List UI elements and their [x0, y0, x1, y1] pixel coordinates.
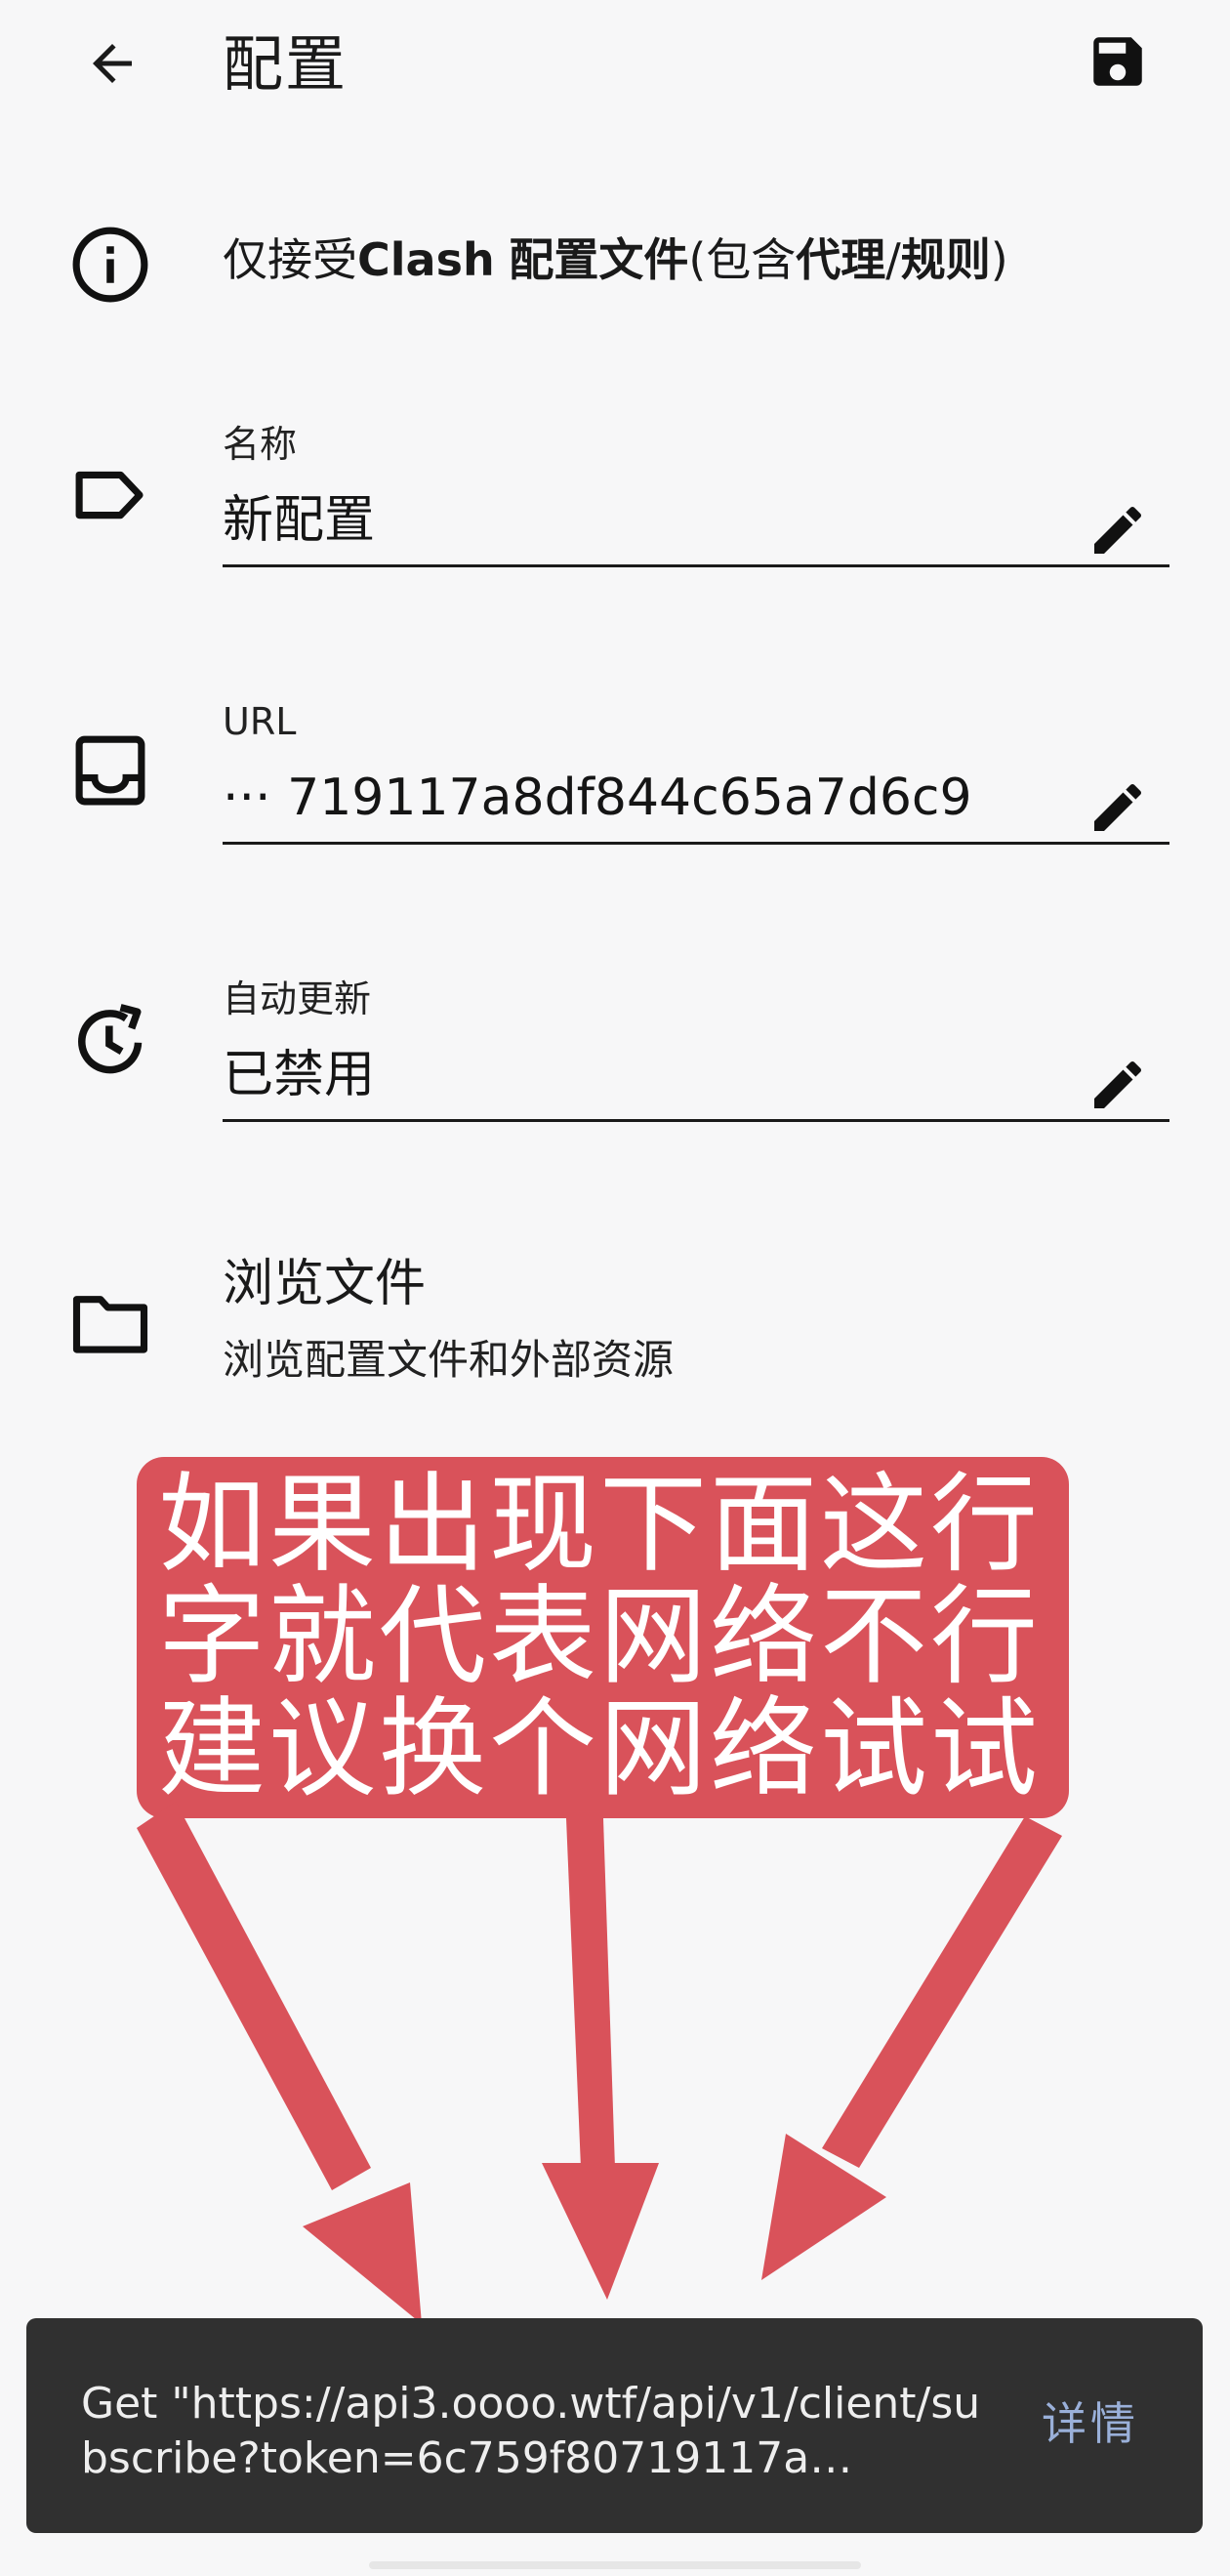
annotation-callout: 如果出现下面这行 字就代表网络不行 建议换个网络试试: [137, 1457, 1069, 1818]
annotation-line-3: 建议换个网络试试: [158, 1686, 1041, 1811]
annotation-arrow-right-head: [761, 2134, 886, 2280]
config-screen: 配置 仅接受Clash 配置文件(包含代理/规则) 名称 新配置 URL ···…: [0, 0, 1230, 2576]
pencil-icon: [1094, 783, 1142, 831]
url-label: URL: [223, 700, 297, 743]
info-icon: [72, 227, 148, 303]
update-clock-icon: [78, 1004, 143, 1074]
annotation-arrow-middle-head: [542, 2163, 659, 2300]
name-underline: [223, 564, 1169, 567]
browse-files-item[interactable]: 浏览文件 浏览配置文件和外部资源: [0, 1240, 1230, 1406]
annotation-arrow-right: [822, 1816, 1062, 2168]
annotation-arrow-left: [137, 1802, 371, 2190]
top-app-bar: 配置: [0, 0, 1230, 137]
auto-update-value[interactable]: 已禁用: [223, 1041, 1082, 1109]
error-snackbar: Get "https://api3.oooo.wtf/api/v1/client…: [26, 2318, 1203, 2533]
label-tag-icon: [75, 471, 144, 519]
annotation-line-2: 字就代表网络不行: [158, 1574, 1041, 1699]
info-text: 仅接受Clash 配置文件(包含代理/规则): [223, 233, 1008, 286]
snackbar-details-button[interactable]: 详情: [1042, 2394, 1139, 2453]
browse-files-title: 浏览文件: [223, 1255, 427, 1313]
url-underline: [223, 842, 1169, 845]
url-field[interactable]: URL ··· 719117a8df844c65a7d6c9: [0, 697, 1230, 863]
annotation-line-1: 如果出现下面这行: [158, 1462, 1041, 1587]
name-value[interactable]: 新配置: [223, 486, 1082, 555]
name-field[interactable]: 名称 新配置: [0, 420, 1230, 586]
folder-icon: [72, 1296, 148, 1353]
auto-update-label: 自动更新: [223, 977, 372, 1020]
info-notice: 仅接受Clash 配置文件(包含代理/规则): [0, 205, 1230, 303]
save-button[interactable]: [1074, 18, 1162, 105]
save-icon: [1093, 37, 1142, 86]
navigation-handle[interactable]: [369, 2561, 861, 2569]
auto-update-field[interactable]: 自动更新 已禁用: [0, 975, 1230, 1141]
name-label: 名称: [223, 423, 298, 466]
snackbar-message: Get "https://api3.oooo.wtf/api/v1/client…: [81, 2379, 981, 2483]
edit-url-button[interactable]: [1074, 764, 1162, 852]
pencil-icon: [1094, 506, 1142, 554]
auto-update-underline: [223, 1119, 1169, 1122]
edit-auto-update-button[interactable]: [1074, 1041, 1162, 1129]
edit-name-button[interactable]: [1074, 486, 1162, 574]
pencil-icon: [1094, 1060, 1142, 1108]
url-value[interactable]: ··· 719117a8df844c65a7d6c9: [223, 764, 1072, 832]
annotation-arrow-left-head: [303, 2182, 422, 2324]
back-button[interactable]: [68, 20, 156, 107]
arrow-back-icon: [93, 44, 132, 83]
browse-files-subtitle: 浏览配置文件和外部资源: [223, 1336, 675, 1384]
inbox-icon: [75, 735, 145, 806]
annotation-arrow-middle: [566, 1818, 615, 2168]
page-title: 配置: [223, 28, 348, 100]
